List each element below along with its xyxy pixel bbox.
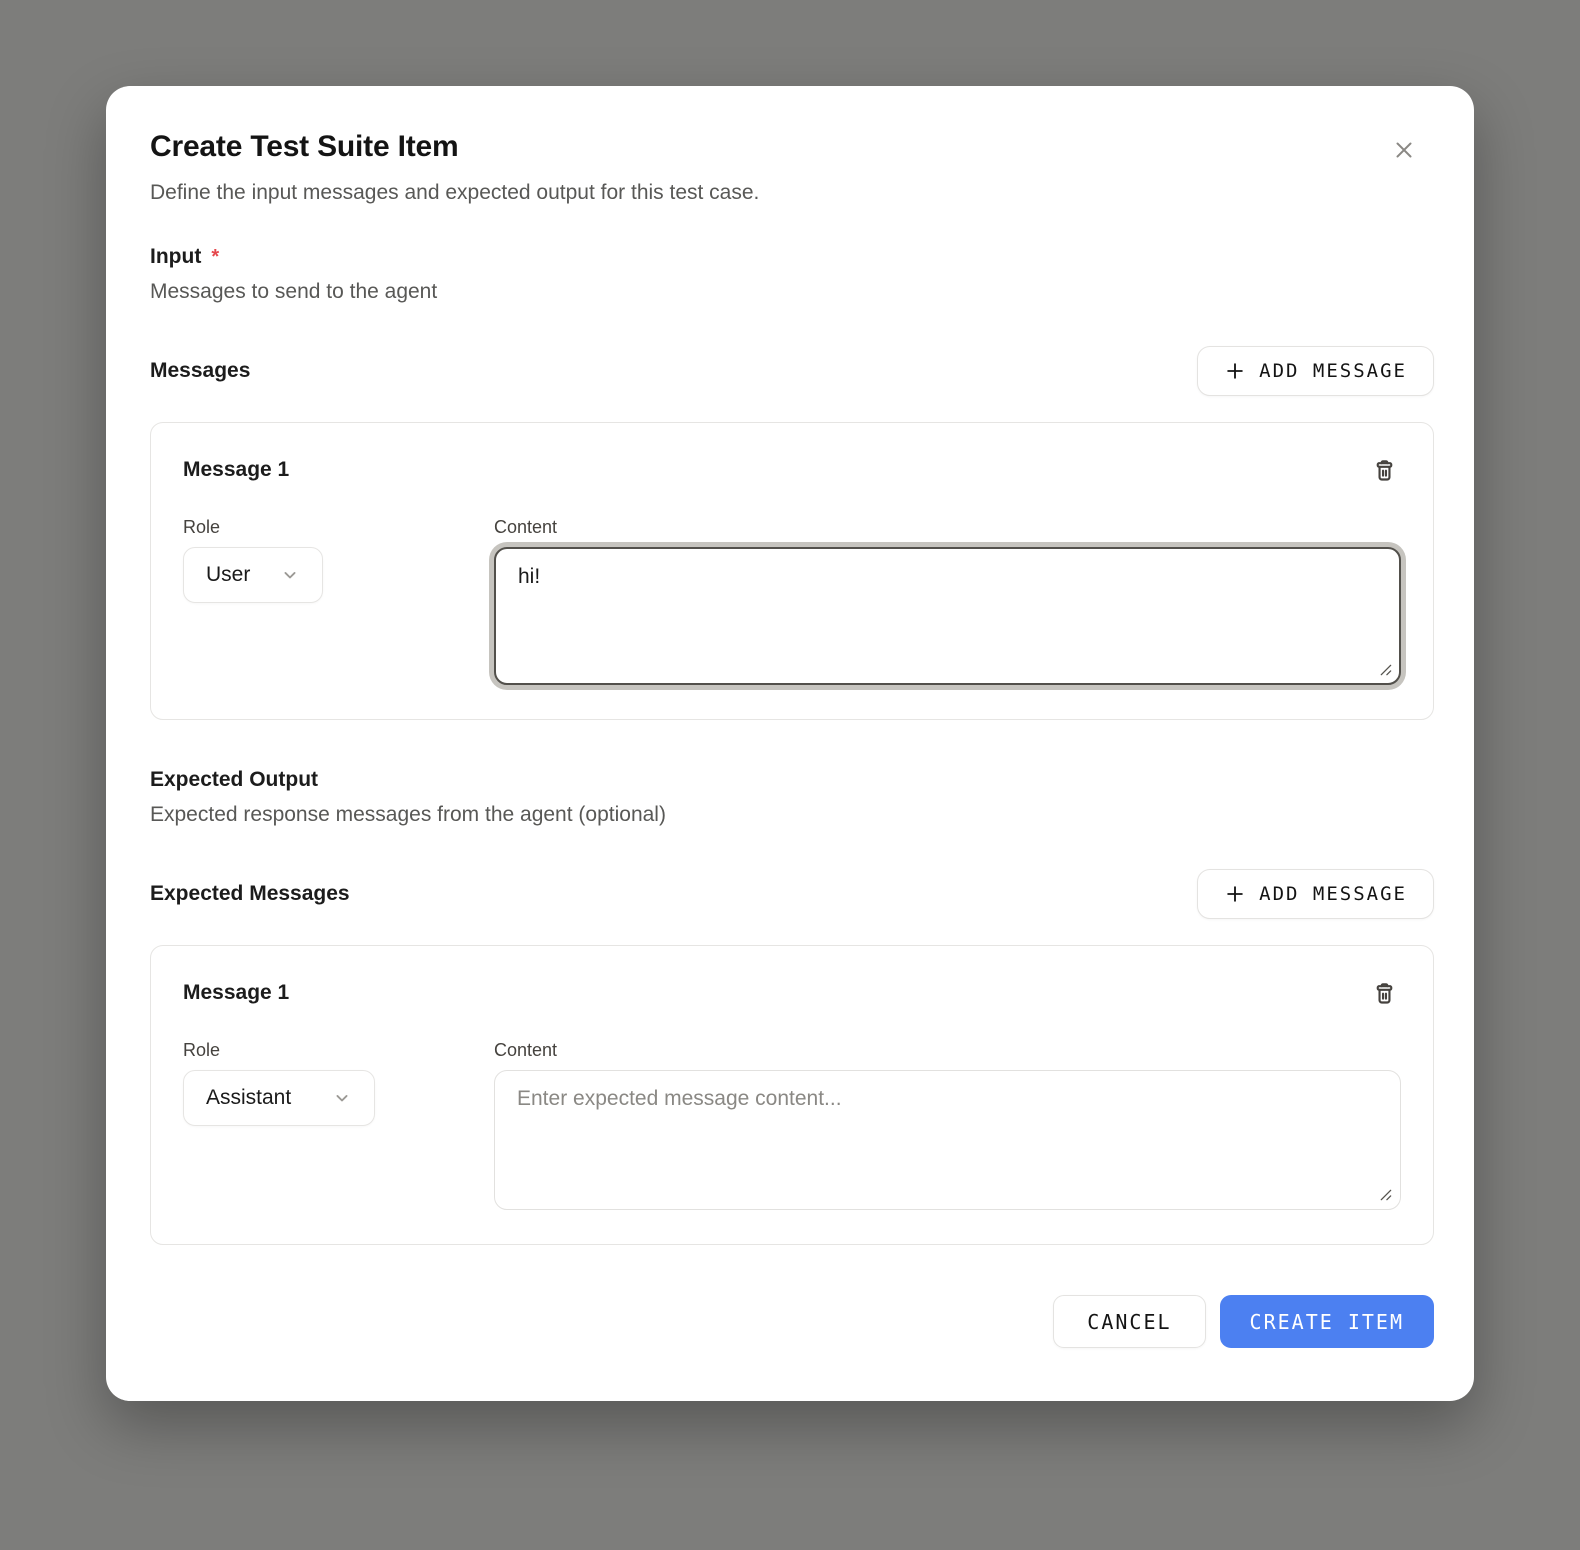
add-expected-message-button[interactable]: ADD MESSAGE — [1197, 869, 1434, 919]
messages-toolbar: Messages ADD MESSAGE — [150, 346, 1434, 396]
content-label: Content — [494, 1040, 1401, 1061]
expected-messages-label: Expected Messages — [150, 882, 350, 906]
plus-icon — [1224, 360, 1246, 382]
dialog-subtitle: Define the input messages and expected o… — [150, 181, 1434, 205]
content-textarea-wrap: hi! — [494, 547, 1401, 685]
message-card-header: Message 1 — [183, 976, 1401, 1010]
expected-output-description: Expected response messages from the agen… — [150, 803, 1434, 827]
close-icon — [1391, 137, 1417, 163]
expected-role-select[interactable]: Assistant — [183, 1070, 375, 1126]
expected-messages-toolbar: Expected Messages ADD MESSAGE — [150, 869, 1434, 919]
plus-icon — [1224, 883, 1246, 905]
add-expected-message-label: ADD MESSAGE — [1259, 883, 1407, 905]
input-description: Messages to send to the agent — [150, 280, 1434, 304]
close-button[interactable] — [1386, 132, 1422, 168]
trash-icon — [1371, 980, 1398, 1007]
expected-content-textarea[interactable] — [494, 1070, 1401, 1210]
role-column: Role User — [183, 517, 494, 685]
message-title: Message 1 — [183, 981, 289, 1005]
input-section-header: Input * — [150, 245, 1434, 269]
content-label: Content — [494, 517, 1401, 538]
role-column: Role Assistant — [183, 1040, 494, 1210]
content-column: Content — [494, 1040, 1401, 1210]
messages-label: Messages — [150, 359, 250, 383]
input-message-card: Message 1 Role User — [150, 422, 1434, 720]
dialog-footer: CANCEL CREATE ITEM — [150, 1295, 1434, 1348]
delete-message-button[interactable] — [1367, 453, 1401, 487]
message-title: Message 1 — [183, 458, 289, 482]
message-content-textarea[interactable]: hi! — [494, 547, 1401, 685]
create-item-button[interactable]: CREATE ITEM — [1220, 1295, 1434, 1348]
role-select-value: User — [206, 563, 250, 587]
role-label: Role — [183, 1040, 494, 1061]
required-asterisk: * — [211, 246, 219, 269]
dialog-header: Create Test Suite Item Define the input … — [150, 130, 1434, 205]
delete-expected-message-button[interactable] — [1367, 976, 1401, 1010]
trash-icon — [1371, 457, 1398, 484]
create-test-suite-item-dialog: Create Test Suite Item Define the input … — [106, 86, 1474, 1401]
expected-message-card: Message 1 Role Assistant — [150, 945, 1434, 1245]
content-textarea-wrap — [494, 1070, 1401, 1210]
chevron-down-icon — [280, 565, 300, 585]
role-label: Role — [183, 517, 494, 538]
input-label: Input — [150, 245, 201, 269]
add-message-label: ADD MESSAGE — [1259, 360, 1407, 382]
add-message-button[interactable]: ADD MESSAGE — [1197, 346, 1434, 396]
message-card-body: Role Assistant Content — [183, 1040, 1401, 1210]
dialog-title: Create Test Suite Item — [150, 130, 1434, 164]
expected-output-label: Expected Output — [150, 768, 318, 792]
content-column: Content hi! — [494, 517, 1401, 685]
chevron-down-icon — [332, 1088, 352, 1108]
role-select[interactable]: User — [183, 547, 323, 603]
cancel-button[interactable]: CANCEL — [1053, 1295, 1205, 1348]
message-card-header: Message 1 — [183, 453, 1401, 487]
role-select-value: Assistant — [206, 1086, 291, 1110]
message-card-body: Role User Content hi! — [183, 517, 1401, 685]
expected-section-header: Expected Output — [150, 768, 1434, 792]
